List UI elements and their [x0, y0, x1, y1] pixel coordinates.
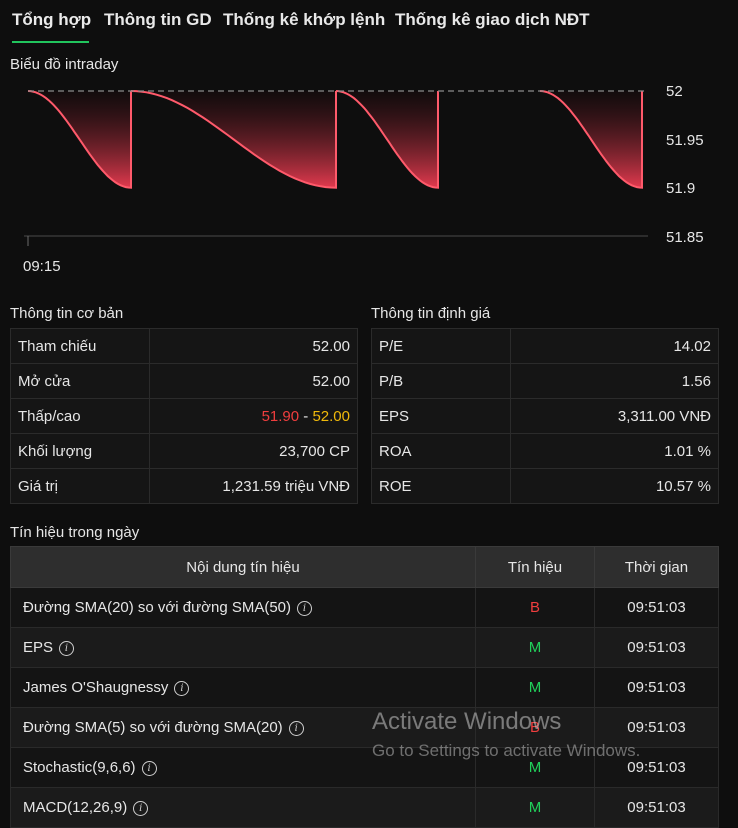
signal-content-text: Stochastic(9,6,6) — [23, 759, 136, 776]
signal-content: MACD(12,26,9) i — [10, 787, 476, 828]
range-separator: - — [299, 407, 313, 425]
value-mo-cua: 52.00 — [149, 363, 358, 399]
label-thap-cao: Thấp/cao — [10, 398, 150, 434]
tab-thong-ke-khop-lenh[interactable]: Thống kê khớp lệnh — [223, 10, 385, 30]
info-icon[interactable]: i — [133, 800, 149, 816]
high-price: 52.00 — [312, 407, 350, 425]
x-tick-label: 09:15 — [23, 258, 61, 275]
label-mo-cua: Mở cửa — [10, 363, 150, 399]
activate-windows-subtitle: Go to Settings to activate Windows. — [372, 741, 641, 760]
chart-section-title: Biểu đồ intraday — [10, 56, 119, 73]
table-row: P/B 1.56 — [371, 363, 719, 399]
info-icon[interactable]: i — [297, 600, 313, 616]
signals-title: Tín hiệu trong ngày — [10, 524, 140, 541]
tab-tong-hop[interactable]: Tổng hợp — [12, 10, 91, 30]
table-row: Tham chiếu 52.00 — [10, 328, 358, 364]
valuation-info-table: P/E 14.02 P/B 1.56 EPS 3,311.00 VNĐ ROA … — [371, 328, 719, 504]
table-header-row: Nội dung tín hiệu Tín hiệu Thời gian — [10, 546, 719, 588]
table-row: Mở cửa 52.00 — [10, 363, 358, 399]
header-signal: Tín hiệu — [475, 546, 595, 588]
table-row: P/E 14.02 — [371, 328, 719, 364]
valuation-info-title: Thông tin định giá — [371, 305, 491, 322]
signal-value: M — [475, 787, 595, 828]
table-row: Khối lượng 23,700 CP — [10, 433, 358, 469]
table-row: Đường SMA(20) so với đường SMA(50) i B 09… — [10, 587, 719, 628]
table-row: Giá trị 1,231.59 triệu VNĐ — [10, 468, 358, 504]
info-icon[interactable]: i — [141, 760, 157, 776]
signal-content-text: EPS — [23, 639, 54, 656]
header-time: Thời gian — [594, 546, 719, 588]
label-khoi-luong: Khối lượng — [10, 433, 150, 469]
value-khoi-luong: 23,700 CP — [149, 433, 358, 469]
value-eps: 3,311.00 VNĐ — [510, 398, 719, 434]
signal-value: M — [475, 667, 595, 708]
value-pb: 1.56 — [510, 363, 719, 399]
signal-content-text: James O'Shaugnessy — [23, 679, 169, 696]
signal-content: EPS i — [10, 627, 476, 668]
label-tham-chieu: Tham chiếu — [10, 328, 150, 364]
signal-content: James O'Shaugnessy i — [10, 667, 476, 708]
value-tham-chieu: 52.00 — [149, 328, 358, 364]
basic-info-table: Tham chiếu 52.00 Mở cửa 52.00 Thấp/cao 5… — [10, 328, 358, 504]
table-row: James O'Shaugnessy i M 09:51:03 — [10, 667, 719, 708]
signal-content: Đường SMA(20) so với đường SMA(50) i — [10, 587, 476, 628]
intraday-chart: 09:15 52 51.95 51.9 51.85 — [23, 83, 704, 275]
table-row: MACD(12,26,9) i M 09:51:03 — [10, 787, 719, 828]
info-icon[interactable]: i — [174, 680, 190, 696]
tab-thong-ke-giao-dich-ndt[interactable]: Thống kê giao dịch NĐT — [395, 10, 590, 30]
value-roe: 10.57 % — [510, 468, 719, 504]
table-row: ROE 10.57 % — [371, 468, 719, 504]
info-icon[interactable]: i — [59, 640, 75, 656]
tab-bar: Tổng hợp Thông tin GD Thống kê khớp lệnh… — [0, 0, 738, 44]
label-roe: ROE — [371, 468, 511, 504]
signal-content-text: Đường SMA(5) so với đường SMA(20) — [23, 719, 283, 736]
activate-windows-title: Activate Windows — [372, 708, 562, 735]
table-row: EPS 3,311.00 VNĐ — [371, 398, 719, 434]
signal-time: 09:51:03 — [594, 587, 719, 628]
low-price: 51.90 — [261, 407, 300, 425]
y-tick-label: 52 — [666, 83, 683, 100]
label-pb: P/B — [371, 363, 511, 399]
y-tick-label: 51.9 — [666, 180, 695, 197]
y-tick-label: 51.85 — [666, 229, 704, 246]
label-pe: P/E — [371, 328, 511, 364]
value-roa: 1.01 % — [510, 433, 719, 469]
y-tick-label: 51.95 — [666, 132, 704, 149]
signal-time: 09:51:03 — [594, 787, 719, 828]
signal-content-text: Đường SMA(20) so với đường SMA(50) — [23, 599, 292, 616]
header-content: Nội dung tín hiệu — [10, 546, 476, 588]
signal-value: B — [475, 587, 595, 628]
tab-thong-tin-gd[interactable]: Thông tin GD — [104, 10, 212, 30]
info-icon[interactable]: i — [288, 720, 304, 736]
value-gia-tri: 1,231.59 triệu VNĐ — [149, 468, 358, 504]
signal-content-text: MACD(12,26,9) — [23, 799, 128, 816]
active-tab-indicator — [12, 41, 89, 43]
signals-table: Nội dung tín hiệu Tín hiệu Thời gian Đườ… — [10, 546, 719, 828]
table-row: ROA 1.01 % — [371, 433, 719, 469]
signal-time: 09:51:03 — [594, 667, 719, 708]
signal-time: 09:51:03 — [594, 627, 719, 668]
signal-value: M — [475, 627, 595, 668]
basic-info-title: Thông tin cơ bản — [10, 305, 124, 322]
label-gia-tri: Giá trị — [10, 468, 150, 504]
label-roa: ROA — [371, 433, 511, 469]
label-eps: EPS — [371, 398, 511, 434]
value-thap-cao: 51.90 - 52.00 — [149, 398, 358, 434]
table-row: Thấp/cao 51.90 - 52.00 — [10, 398, 358, 434]
value-pe: 14.02 — [510, 328, 719, 364]
table-row: EPS i M 09:51:03 — [10, 627, 719, 668]
